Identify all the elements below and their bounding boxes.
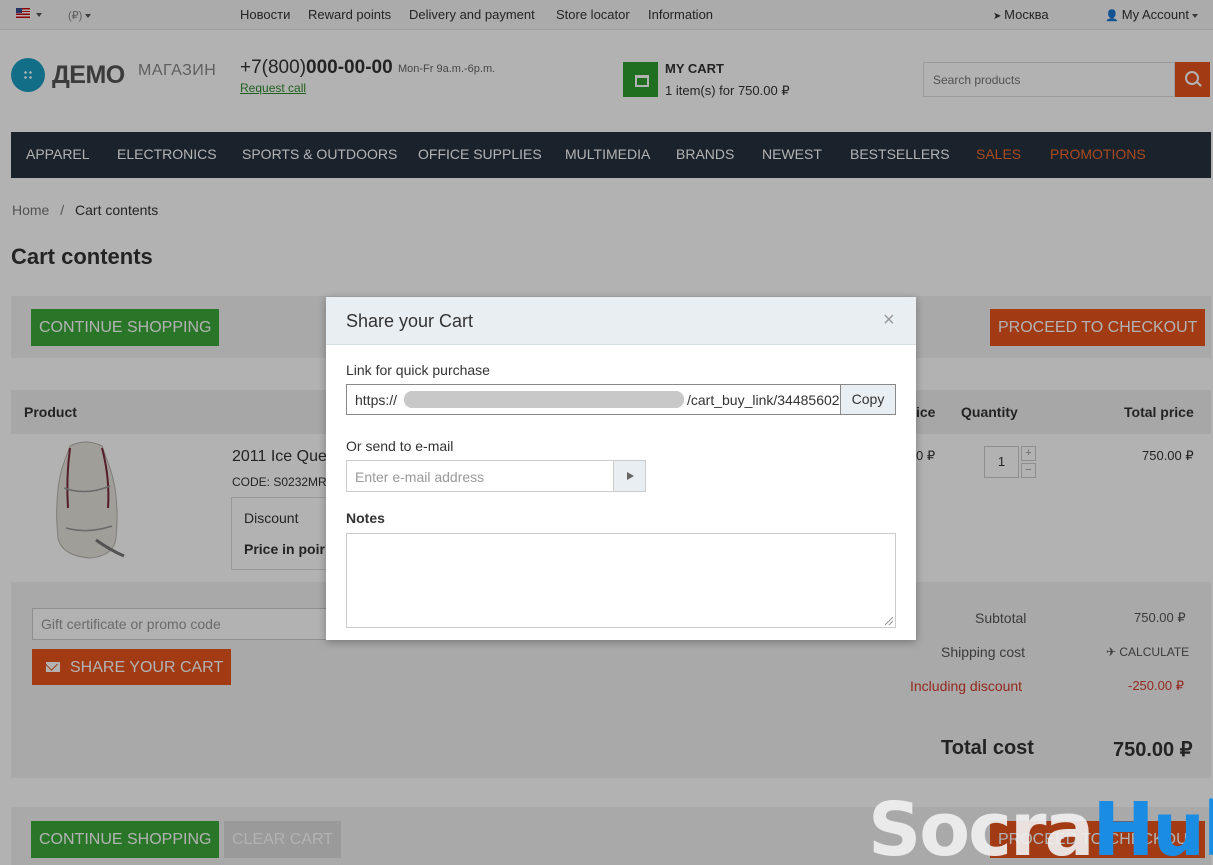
quick-purchase-link-field[interactable]: https:// /cart_buy_link/34485602 (346, 384, 841, 415)
watermark-part1: Socra (868, 787, 1094, 865)
quick-purchase-link-label: Link for quick purchase (346, 362, 490, 378)
redacted-domain (404, 391, 684, 408)
socrahub-watermark: SocraHub (868, 787, 1213, 865)
notes-textarea[interactable] (346, 533, 896, 628)
dialog-title: Share your Cart (346, 311, 474, 331)
send-email-button[interactable] (613, 460, 646, 492)
send-email-label: Or send to e-mail (346, 438, 454, 454)
close-icon[interactable]: × (883, 309, 895, 332)
notes-label: Notes (346, 510, 385, 526)
share-cart-dialog: Share your Cart × Link for quick purchas… (326, 297, 916, 640)
copy-link-button[interactable]: Copy (841, 384, 896, 415)
dialog-header: Share your Cart × (326, 297, 916, 345)
email-input[interactable]: Enter e-mail address (346, 460, 614, 492)
watermark-part2: Hub (1092, 787, 1213, 865)
page: (₽) Новости Reward points Delivery and p… (0, 0, 1213, 865)
link-suffix: /cart_buy_link/34485602 (687, 392, 840, 408)
link-prefix: https:// (355, 392, 398, 408)
